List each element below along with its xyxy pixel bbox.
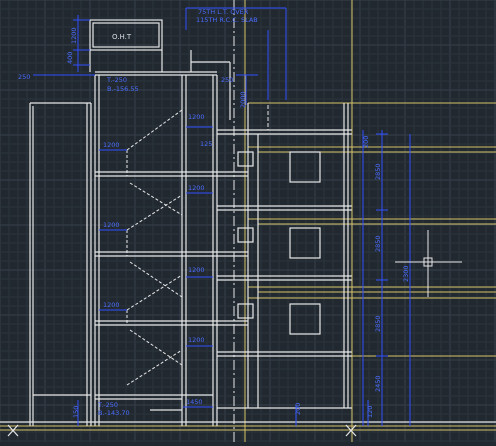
dim-oht-height: 1200: [70, 27, 78, 44]
top-level-b: B.-156.55: [107, 85, 139, 93]
dim-bottom-1450: 1450: [186, 398, 203, 406]
bottom-level-t: T.-250: [97, 401, 118, 409]
dim-floor-2450: 2450: [374, 375, 382, 392]
dim-landing-1: 1200: [103, 141, 120, 149]
dim-top-250: 250: [221, 76, 233, 84]
top-note-2: 115TH R.C.C. SLAB: [196, 16, 258, 24]
top-level-t: T.-250: [106, 76, 127, 84]
dim-floor-200: 200: [362, 136, 370, 148]
dim-landing-3: 1200: [103, 301, 120, 309]
dim-landing-6: 1200: [188, 266, 205, 274]
top-note-1: 75TH L.T. OVER: [198, 8, 249, 16]
dim-floor-2850-a: 2850: [374, 163, 382, 180]
dim-top-2000: 2000: [239, 91, 247, 108]
dim-landing-2: 1200: [103, 221, 120, 229]
dim-floor-2850-c: 2850: [374, 315, 382, 332]
dim-landing-4: 1200: [188, 113, 205, 121]
cad-drawing-canvas[interactable]: O.H.T 75TH L.T. OVER 115TH R.C.C. SLAB T…: [0, 0, 496, 442]
dim-bottom-120: 120: [366, 406, 374, 418]
oht-label: O.H.T: [112, 33, 132, 41]
dim-landing-7: 1200: [188, 336, 205, 344]
section-drawing: O.H.T 75TH L.T. OVER 115TH R.C.C. SLAB T…: [0, 0, 496, 442]
dim-floor-2850-b: 2850: [374, 235, 382, 252]
dim-bottom-150: 150: [72, 406, 80, 418]
dim-landing-5: 1200: [188, 184, 205, 192]
dim-floor-2300: 2300: [402, 265, 410, 282]
dim-oht-base: 400: [66, 52, 74, 64]
dim-width-125: 125: [200, 140, 212, 148]
dim-parapet: 250: [18, 73, 30, 81]
bottom-level-b: B.-143.70: [98, 409, 130, 417]
dim-bottom-200: 200: [294, 403, 302, 415]
